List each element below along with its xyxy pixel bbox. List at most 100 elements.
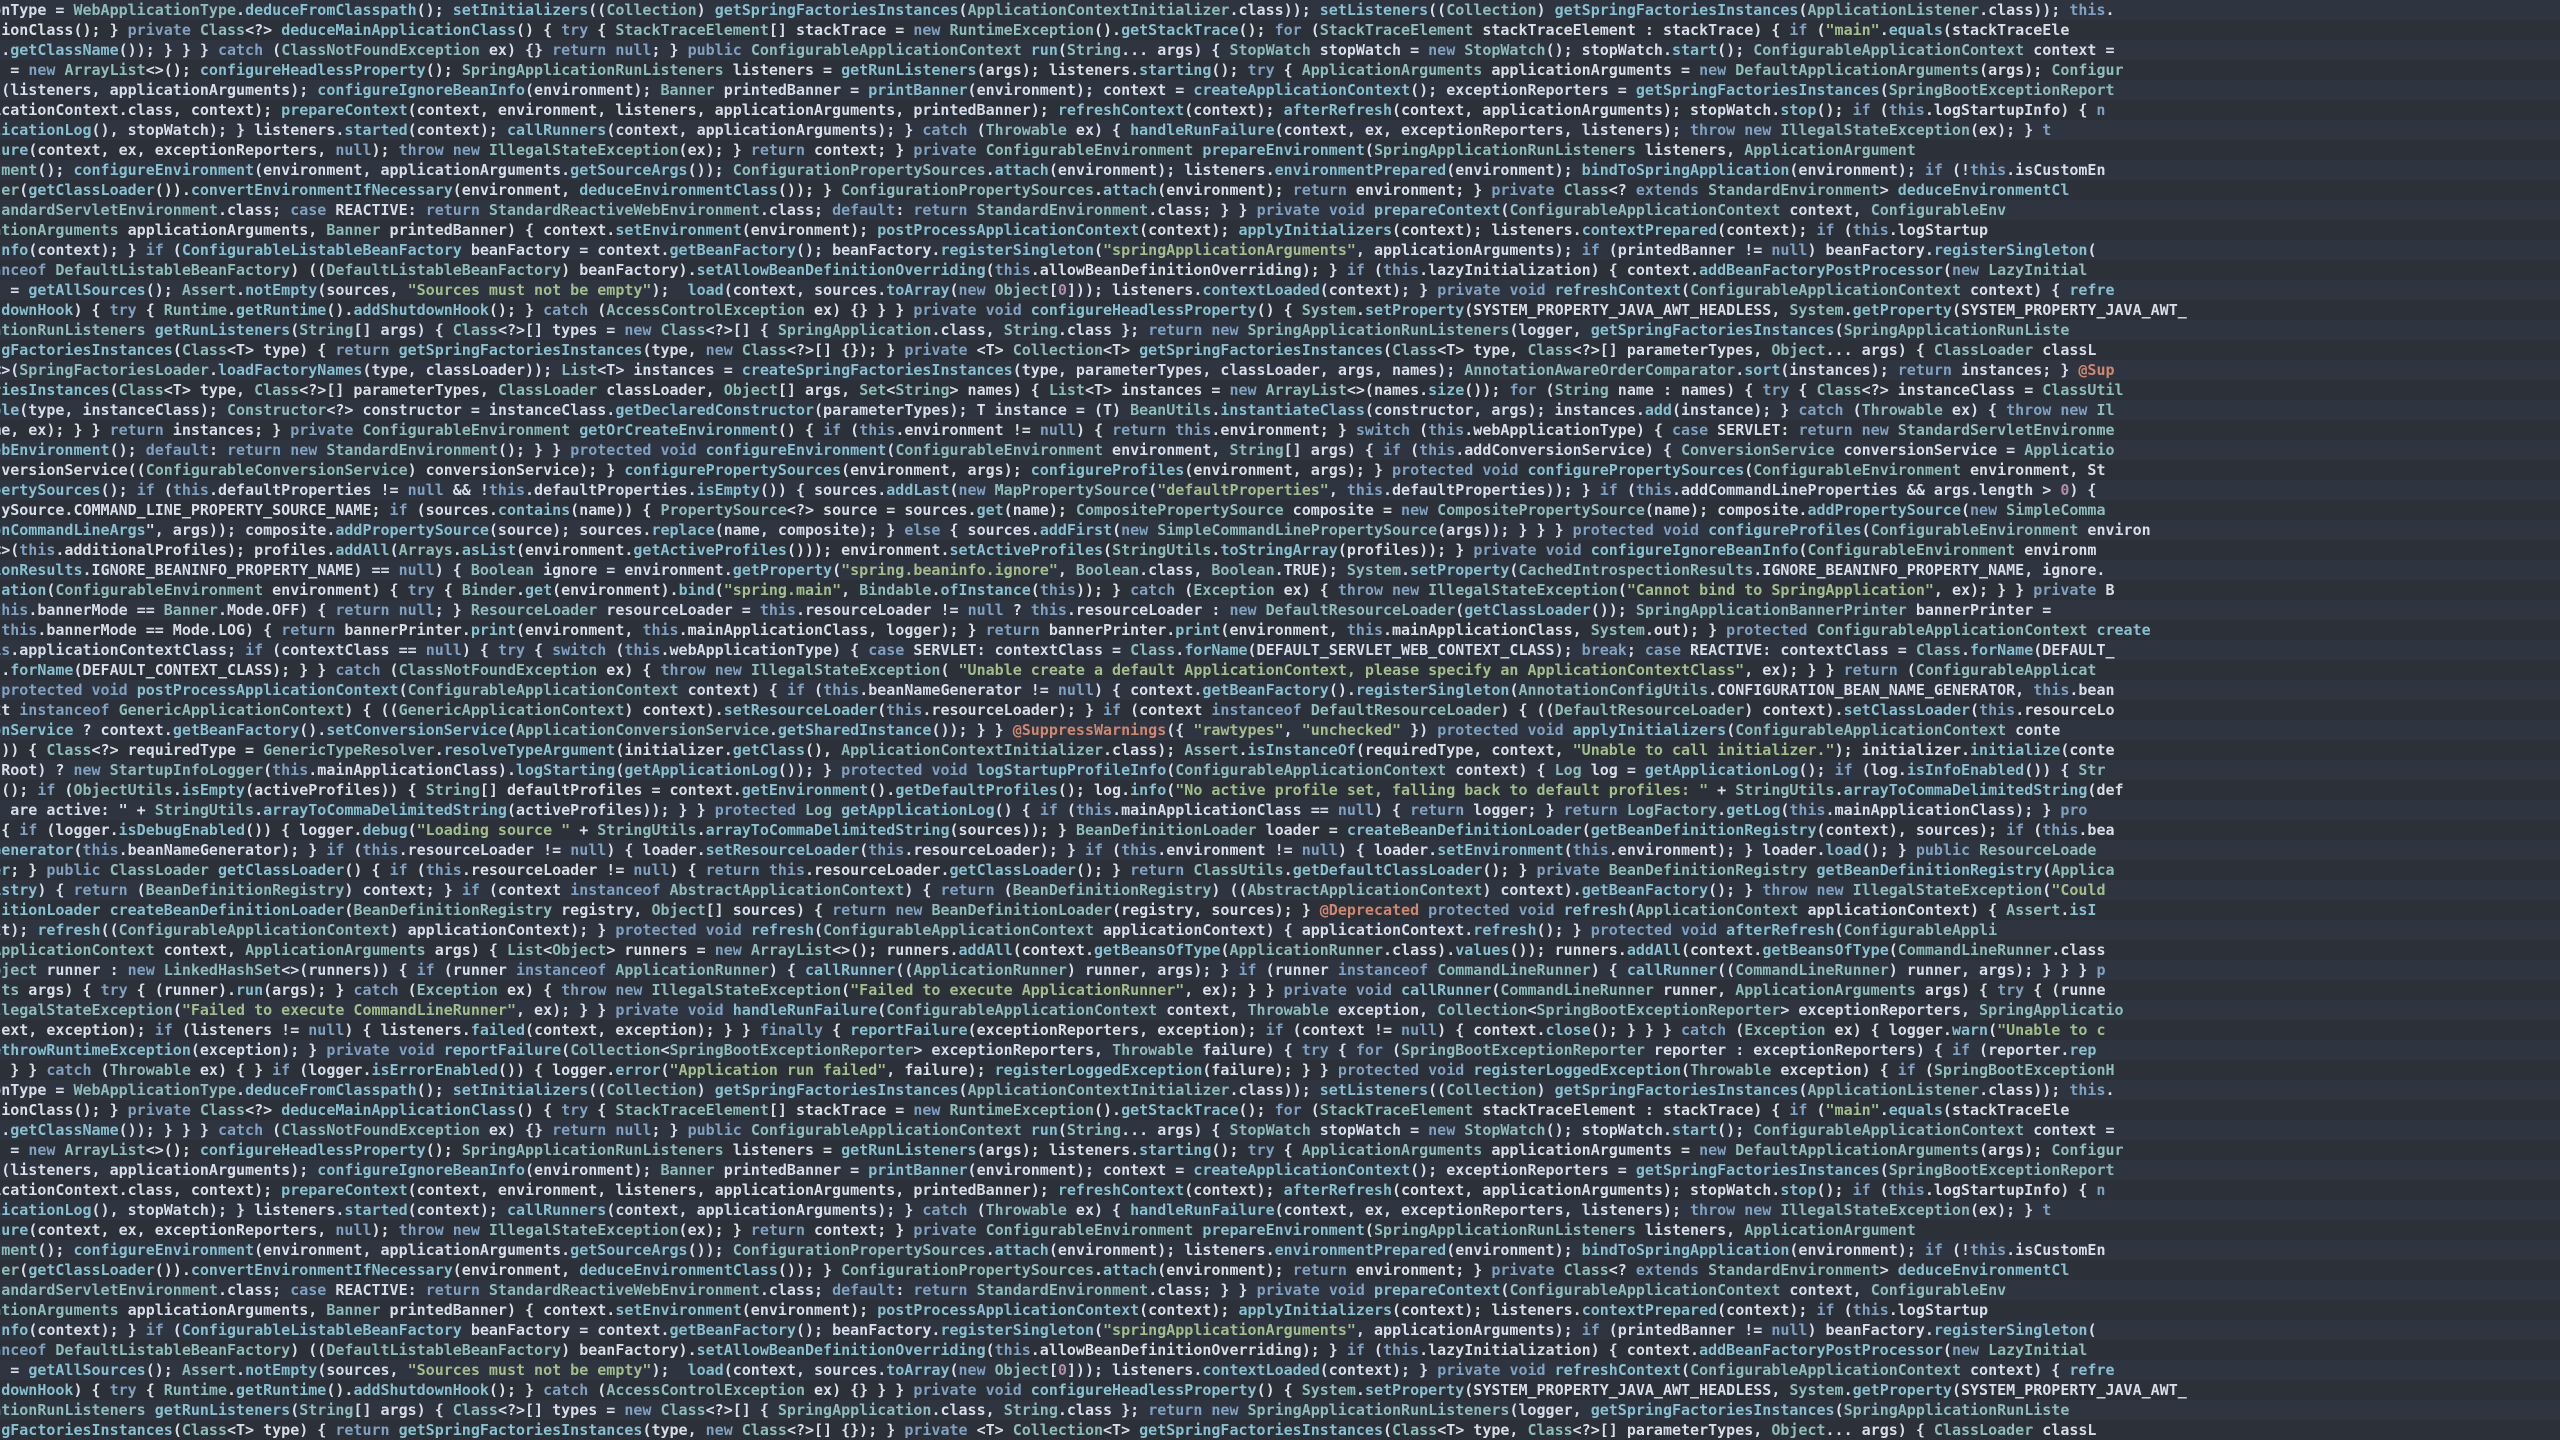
code-token-p [281, 441, 290, 459]
code-token-k: return [1148, 1401, 1203, 1419]
code-token-p: (context, environment, listeners, applic… [407, 1181, 1058, 1199]
code-token-k: new [624, 321, 652, 339]
code-token-f: deduceEnvironmentClass [579, 181, 778, 199]
code-line[interactable]: ApplicationArguments applicationArgument… [0, 220, 2560, 240]
code-line[interactable]: licationType = WebApplicationType.deduce… [0, 1080, 2560, 1100]
code-line[interactable]: y instanceof DefaultListableBeanFactory)… [0, 1340, 2560, 1360]
code-line[interactable]: .setConversionService((ConfigurableConve… [0, 460, 2560, 480]
code-line[interactable]: ApplicationArguments applicationArgument… [0, 1300, 2560, 1320]
code-token-k: try [1247, 61, 1275, 79]
code-line[interactable]: ctiveWebEnvironment(); default: return n… [0, 440, 2560, 460]
code-line[interactable]: rofileInfo(context); } if (ConfigurableL… [0, 1320, 2560, 1340]
code-token-p: (context [479, 881, 571, 899]
code-line[interactable]: gApplication(ConfigurableEnvironment env… [0, 580, 2560, 600]
code-line[interactable]: for (Object runner : new LinkedHashSet<>… [0, 960, 2560, 980]
code-line[interactable]: ospectionResults.IGNORE_BEANINFO_PROPERT… [0, 560, 2560, 580]
code-token-p: beanFactory = context. [461, 241, 670, 259]
code-line[interactable]: ApplicationRunListeners getRunListeners(… [0, 320, 2560, 340]
code-line[interactable]: nversionService ? context.getBeanFactory… [0, 720, 2560, 740]
code-line[interactable]: getPropertySources(); if (this.defaultPr… [0, 480, 2560, 500]
code-line[interactable]: lizers()) { Class<?> requiredType = Gene… [0, 740, 2560, 760]
code-token-f: error [615, 1061, 661, 1079]
code-line[interactable]: ashSet<>(SpringFactoriesLoader.loadFacto… [0, 360, 2560, 380]
code-line[interactable]: PropertySource.COMMAND_LINE_PROPERTY_SOU… [0, 500, 2560, 520]
code-line[interactable]: turn; } } } catch (Throwable ex) { } if … [0, 1060, 2560, 1080]
code-line[interactable]: rofiles are active: " + StringUtils.arra… [0, 800, 2560, 820]
code-line[interactable]: RunFailure(context, ex, exceptionReporte… [0, 1220, 2560, 1240]
code-line[interactable]: new IllegalStateException("Failed to exe… [0, 1000, 2560, 1020]
code-line[interactable]: Converter(getClassLoader()).convertEnvir… [0, 180, 2560, 200]
code-line[interactable]: s = this.applicationContextClass; if (co… [0, 640, 2560, 660]
code-token-p: (registry, sources); } [1112, 901, 1320, 919]
code-line[interactable]: etSpringFactoriesInstances(Class<T> type… [0, 340, 2560, 360]
code-line[interactable]: } if (this.bannerMode == Banner.Mode.OFF… [0, 600, 2560, 620]
code-line[interactable]: gFactoriesInstances(Class<T> type, Class… [0, 380, 2560, 400]
code-line[interactable]: licationType = WebApplicationType.deduce… [0, 0, 2560, 20]
code-token-p [1419, 901, 1428, 919]
code-line[interactable]: ronment(listeners, applicationArguments)… [0, 80, 2560, 100]
code-token-k: return [335, 601, 390, 619]
code-line[interactable]: rofileInfo(context); } if (ConfigurableL… [0, 240, 2560, 260]
code-token-p: ()) { logger. [245, 821, 363, 839]
code-line[interactable]: nContext); refresh((ConfigurableApplicat… [0, 920, 2560, 940]
code-line[interactable]: " + name, ex); } } return instances; } p… [0, 420, 2560, 440]
code-line[interactable]: Environment(); configureEnvironment(envi… [0, 1240, 2560, 1260]
code-line[interactable]: getApplicationLog(), stopWatch); } liste… [0, 120, 2560, 140]
code-token-t: ArrayList [64, 61, 146, 79]
code-line[interactable]: turn StandardServletEnvironment.class; c… [0, 1280, 2560, 1300]
code-line[interactable]: reApplicationContext.class, context); pr… [0, 100, 2560, 120]
code-line[interactable]: de(context, exception); if (listeners !=… [0, 1020, 2560, 1040]
code-line[interactable]: rofiles(); if (ObjectUtils.isEmpty(activ… [0, 780, 2560, 800]
code-token-p: ( [1843, 401, 1862, 419]
code-token-t: Object [994, 1361, 1049, 1379]
code-line[interactable]: anNameGenerator(this.beanNameGenerator);… [0, 840, 2560, 860]
code-line[interactable]: licationCommandLineArgs", args)); compos… [0, 520, 2560, 540]
code-token-p: ( [1383, 1041, 1402, 1059]
code-token-t: Object [651, 901, 706, 919]
code-line[interactable]: terShutdownHook) { try { Runtime.getRunt… [0, 300, 2560, 320]
code-line[interactable]: ionRegistry) { return (BeanDefinitionReg… [0, 880, 2560, 900]
code-line[interactable]: Converter(getClassLoader()).convertEnvir… [0, 1260, 2560, 1280]
code-line[interactable]: reApplicationContext.class, context); pr… [0, 1180, 2560, 1200]
code-line[interactable]: turn StandardServletEnvironment.class; c… [0, 200, 2560, 220]
code-token-p: (ex); } [1970, 121, 2043, 139]
code-line[interactable]: porters = new ArrayList<>(); configureHe… [0, 1140, 2560, 1160]
code-line[interactable]: RunFailure(context, ex, exceptionReporte… [0, 140, 2560, 160]
code-line[interactable]: ceLoader; } public ClassLoader getClassL… [0, 860, 2560, 880]
code-line[interactable]: ashSet<>(this.additionalProfiles); profi… [0, 540, 2560, 560]
code-line[interactable]: etSpringFactoriesInstances(Class<T> type… [0, 1420, 2560, 1440]
code-line[interactable]: Element.getClassName()); } } } catch (Cl… [0, 1120, 2560, 1140]
code-line[interactable]: tils.rethrowRuntimeException(exception);… [0, 1040, 2560, 1060]
code-token-t: Class [1392, 341, 1438, 359]
code-line[interactable]: urces) { if (logger.isDebugEnabled()) { … [0, 820, 2560, 840]
code-line[interactable]: Environment(); configureEnvironment(envi… [0, 160, 2560, 180]
code-token-k: null [1301, 841, 1338, 859]
code-token-p: printedBanner = [714, 1161, 869, 1179]
code-line[interactable]: pplicationClass(); } private Class<?> de… [0, 1100, 2560, 1120]
code-line[interactable]: porters = new ArrayList<>(); configureHe… [0, 60, 2560, 80]
code-line[interactable]: Element.getClassName()); } } } catch (Cl… [0, 40, 2560, 60]
code-line[interactable]: sources = getAllSources(); Assert.notEmp… [0, 1360, 2560, 1380]
code-line[interactable]: r; if (this.bannerMode == Mode.LOG) { re… [0, 620, 2560, 640]
code-line[interactable]: terShutdownHook) { try { Runtime.getRunt… [0, 1380, 2560, 1400]
code-token-k: throw [1690, 121, 1736, 139]
code-line[interactable]: ronment(listeners, applicationArguments)… [0, 1160, 2560, 1180]
code-line[interactable]: ext (isRoot) ? new StartupInfoLogger(thi… [0, 760, 2560, 780]
code-line[interactable]: ApplicationRunListeners getRunListeners(… [0, 1400, 2560, 1420]
code-line[interactable]: pplicationClass(); } private Class<?> de… [0, 20, 2560, 40]
code-line[interactable]: (context instanceof GenericApplicationCo… [0, 700, 2560, 720]
code-line[interactable]: ssignable(type, instanceClass); Construc… [0, 400, 2560, 420]
code-line[interactable]: y instanceof DefaultListableBeanFactory)… [0, 260, 2560, 280]
code-line[interactable]: sources = getAllSources(); Assert.notEmp… [0, 280, 2560, 300]
code-line[interactable]: Arguments args) { try { (runner).run(arg… [0, 980, 2560, 1000]
code-line[interactable]: anDefinitionLoader createBeanDefinitionL… [0, 900, 2560, 920]
code-token-k: new [2060, 401, 2088, 419]
code-token-p: (context); [1717, 221, 1817, 239]
code-editor[interactable]: licationType = WebApplicationType.deduce… [0, 0, 2560, 1440]
code-token-k: instanceof [516, 961, 607, 979]
code-line[interactable]: ss); } protected void postProcessApplica… [0, 680, 2560, 700]
code-line[interactable]: = Class.forName(DEFAULT_CONTEXT_CLASS); … [0, 660, 2560, 680]
code-token-f: getClassLoader [217, 861, 345, 879]
code-line[interactable]: getApplicationLog(), stopWatch); } liste… [0, 1200, 2560, 1220]
code-line[interactable]: nners(ApplicationContext context, Applic… [0, 940, 2560, 960]
